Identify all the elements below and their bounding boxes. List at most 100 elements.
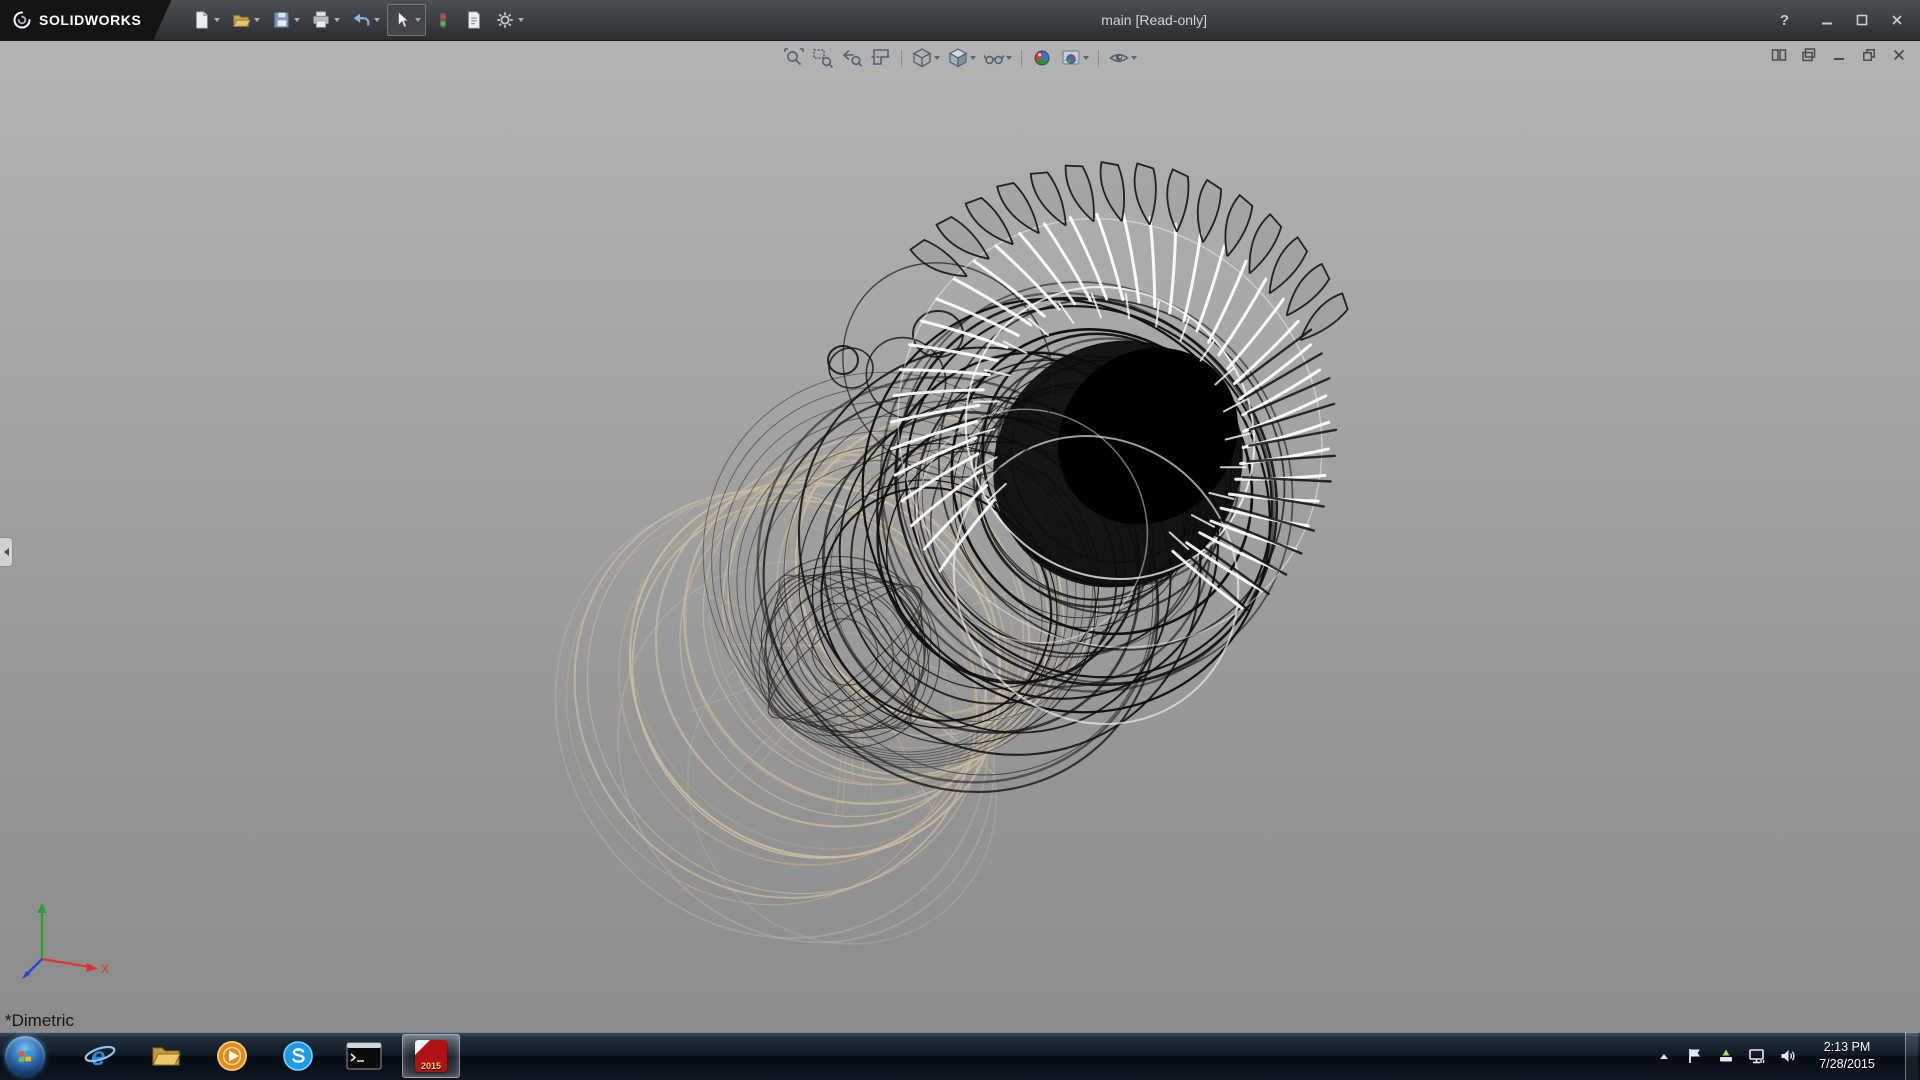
solidworks-version-badge: 2015 — [415, 1062, 447, 1071]
dropdown-arrow-icon[interactable] — [374, 18, 380, 22]
close-document-button[interactable] — [1890, 46, 1908, 64]
dropdown-arrow-icon[interactable] — [294, 18, 300, 22]
separator — [1021, 50, 1022, 67]
media-player-icon — [216, 1040, 248, 1072]
document-title: main [Read-only] — [528, 12, 1779, 28]
internet-explorer-icon: e — [83, 1039, 117, 1073]
heads-up-view-toolbar — [781, 45, 1139, 71]
print-button[interactable] — [307, 5, 344, 35]
file-properties-icon — [464, 10, 484, 30]
triad-x-arrowhead — [86, 963, 98, 972]
triad-y-arrowhead — [38, 903, 47, 913]
tile-windows-icon[interactable] — [1770, 46, 1788, 64]
zoom-to-fit-button[interactable] — [781, 45, 807, 71]
view-orientation-cube-icon — [911, 47, 933, 69]
maximize-button[interactable] — [1853, 11, 1871, 29]
start-button[interactable] — [0, 1032, 50, 1080]
windows-taskbar: e — [0, 1032, 1920, 1080]
select-tool-button[interactable] — [387, 4, 426, 36]
save-button[interactable] — [267, 5, 304, 35]
previous-view-button[interactable] — [839, 45, 865, 71]
dropdown-arrow-icon[interactable] — [254, 18, 260, 22]
clock-date: 7/28/2015 — [1810, 1056, 1884, 1073]
show-hidden-icons-button[interactable] — [1655, 1046, 1673, 1066]
section-view-icon — [870, 47, 892, 69]
dropdown-arrow-icon[interactable] — [1083, 56, 1089, 60]
media-player-button[interactable] — [204, 1035, 260, 1077]
display-style-button[interactable] — [945, 45, 978, 71]
minimize-document-button[interactable] — [1830, 46, 1848, 64]
view-settings-button[interactable] — [1106, 45, 1139, 71]
dropdown-arrow-icon[interactable] — [415, 18, 421, 22]
engine-wireframe-model — [0, 40, 1920, 1032]
action-center-button[interactable] — [1686, 1046, 1704, 1066]
new-document-button[interactable] — [187, 5, 224, 35]
restore-document-button[interactable] — [1860, 46, 1878, 64]
view-orientation-label: *Dimetric — [5, 1011, 74, 1031]
solidworks-taskbar-button[interactable]: 2015 — [402, 1034, 460, 1078]
file-properties-button[interactable] — [460, 5, 488, 35]
rebuild-button[interactable] — [429, 5, 457, 35]
internet-explorer-button[interactable]: e — [72, 1035, 128, 1077]
minimize-button[interactable] — [1818, 11, 1836, 29]
zoom-to-fit-icon — [783, 47, 805, 69]
triad-z-axis — [27, 959, 42, 974]
ie-letter: e — [91, 1041, 105, 1071]
save-icon — [271, 10, 291, 30]
triad-x-label: X — [101, 962, 109, 976]
dropdown-arrow-icon[interactable] — [214, 18, 220, 22]
edit-appearance-ball-icon — [1031, 47, 1053, 69]
section-view-button[interactable] — [868, 45, 894, 71]
dropdown-arrow-icon[interactable] — [1006, 56, 1012, 60]
solidworks-app-icon: 2015 — [415, 1040, 447, 1072]
remove-hardware-button[interactable] — [1717, 1046, 1735, 1066]
dropdown-arrow-icon[interactable] — [934, 56, 940, 60]
flag-icon — [1687, 1047, 1703, 1065]
display-style-icon — [947, 47, 969, 69]
network-button[interactable] — [1748, 1046, 1766, 1066]
help-button[interactable]: ? — [1780, 12, 1789, 29]
standard-toolbar — [187, 4, 528, 36]
skype-button[interactable] — [270, 1035, 326, 1077]
zoom-to-area-button[interactable] — [810, 45, 836, 71]
system-tray: 2:13 PM 7/28/2015 — [1655, 1032, 1920, 1080]
apply-scene-button[interactable] — [1058, 45, 1091, 71]
cascade-windows-icon[interactable] — [1800, 46, 1818, 64]
options-button[interactable] — [491, 5, 528, 35]
close-button[interactable] — [1888, 11, 1906, 29]
hide-show-items-button[interactable] — [981, 45, 1014, 71]
edit-appearance-button[interactable] — [1029, 45, 1055, 71]
dassault-systemes-logo-icon — [12, 10, 32, 30]
previous-view-icon — [841, 47, 863, 69]
options-gear-icon — [495, 10, 515, 30]
window-controls: ? — [1780, 11, 1920, 29]
chevron-up-icon — [1660, 1054, 1668, 1059]
network-monitor-icon — [1748, 1047, 1766, 1065]
volume-button[interactable] — [1779, 1046, 1797, 1066]
graphics-area[interactable]: X *Dimetric — [0, 40, 1920, 1032]
print-icon — [311, 10, 331, 30]
open-button[interactable] — [227, 5, 264, 35]
undo-icon — [351, 10, 371, 30]
expand-feature-pane-button[interactable] — [0, 537, 13, 567]
taskbar-clock[interactable]: 2:13 PM 7/28/2015 — [1810, 1039, 1884, 1073]
taskbar-items: e — [72, 1034, 460, 1078]
dropdown-arrow-icon[interactable] — [1131, 56, 1137, 60]
dropdown-arrow-icon[interactable] — [334, 18, 340, 22]
rebuild-stoplight-icon — [433, 10, 453, 30]
file-explorer-button[interactable] — [138, 1035, 194, 1077]
separator — [901, 50, 902, 67]
command-prompt-button[interactable] — [336, 1035, 392, 1077]
open-folder-icon — [231, 10, 251, 30]
separator — [1098, 50, 1099, 67]
windows-orb-icon — [5, 1036, 45, 1076]
dropdown-arrow-icon[interactable] — [518, 18, 524, 22]
skype-icon — [282, 1040, 314, 1072]
view-orientation-button[interactable] — [909, 45, 942, 71]
show-desktop-button[interactable] — [1905, 1032, 1918, 1080]
undo-button[interactable] — [347, 5, 384, 35]
dropdown-arrow-icon[interactable] — [970, 56, 976, 60]
new-document-icon — [191, 10, 211, 30]
document-window-controls — [1770, 46, 1908, 64]
titlebar: SOLIDWORKS — [0, 0, 1920, 41]
